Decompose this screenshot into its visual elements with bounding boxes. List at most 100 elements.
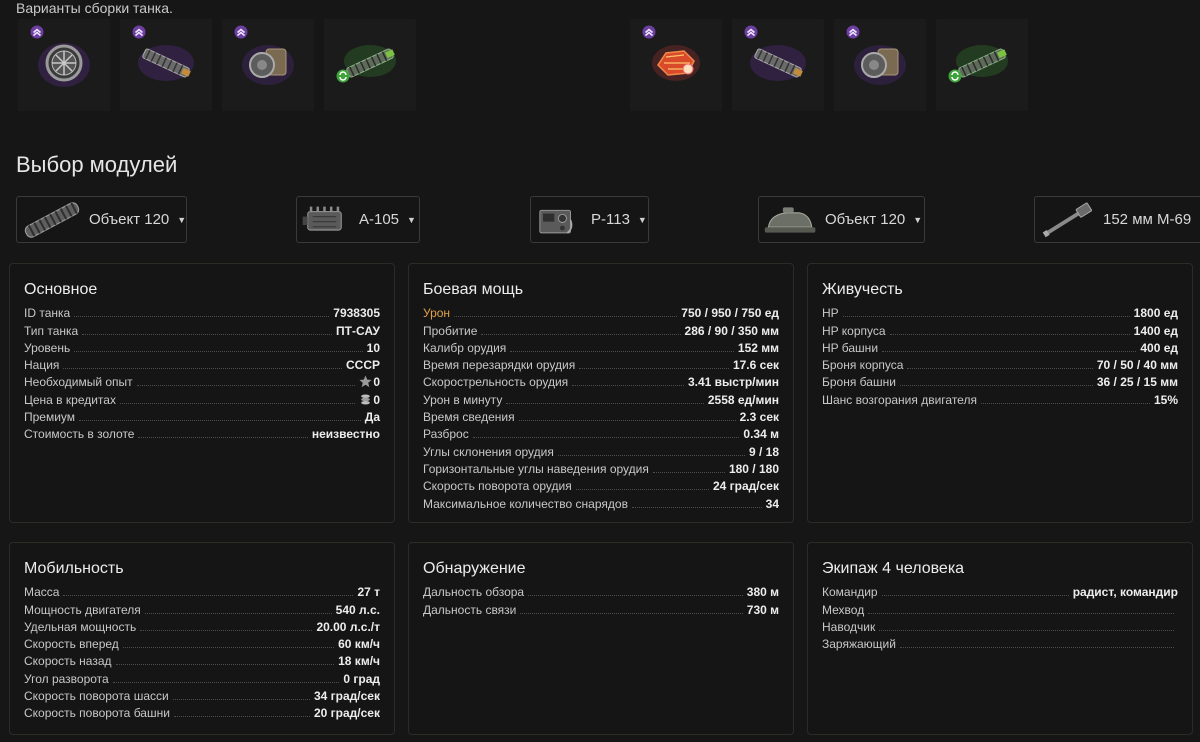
dotted-leader <box>481 333 681 335</box>
panel-title: Обнаружение <box>423 560 526 577</box>
stat-value-text: 70 / 50 / 40 мм <box>1096 358 1178 373</box>
stat-value-text: радист, командир <box>1072 585 1178 600</box>
stat-label: Пробитие <box>423 323 478 338</box>
stat-row: Наводчик <box>822 617 1178 634</box>
stat-value: 2.3 сек <box>740 410 779 424</box>
stat-label: ID танка <box>24 306 71 321</box>
stat-row: Скорость вперед 60 км/ч <box>24 634 380 651</box>
stat-value: 70 / 50 / 40 мм <box>1097 358 1178 372</box>
stat-label: HP корпуса <box>822 323 886 338</box>
dotted-leader <box>652 471 725 473</box>
dotted-leader <box>879 629 1174 631</box>
stat-label: Мощность двигателя <box>24 602 141 617</box>
stat-value-text: 286 / 90 / 350 мм <box>684 323 779 338</box>
module-label: Объект 120 <box>89 211 170 228</box>
stat-row: Скорость поворота орудия 24 град/сек <box>423 476 779 493</box>
stat-label: Нация <box>24 358 60 373</box>
stat-row: Стоимость в золоте неизвестно <box>24 424 380 441</box>
stat-value-text: 0 <box>373 392 380 407</box>
module-select-turret[interactable]: Объект 120 ▼ <box>758 196 925 243</box>
stat-label: Скорость назад <box>24 654 112 669</box>
stat-value: 0 <box>359 393 380 407</box>
stat-row: Скорострельность орудия 3.41 выстр/мин <box>423 372 779 389</box>
stat-label: Удельная мощность <box>24 619 137 634</box>
stat-row: Мощность двигателя 540 л.с. <box>24 599 380 617</box>
dotted-leader <box>112 681 340 683</box>
dotted-leader <box>122 647 335 649</box>
stat-value-text: 0 град <box>343 671 380 686</box>
build-slot-rammer[interactable] <box>120 19 212 111</box>
stat-value: 60 км/ч <box>338 637 380 651</box>
stat-label: Масса <box>24 585 60 600</box>
module-label: А-105 <box>359 211 400 228</box>
stat-row: HP 1800 ед <box>822 303 1178 320</box>
stat-value: 7938305 <box>333 306 380 320</box>
panel-detection: Обнаружение Дальность обзора 380 м Дальност… <box>408 542 794 735</box>
build-slot-ventilation[interactable] <box>18 19 110 111</box>
stat-value: 9 / 18 <box>749 445 779 459</box>
chevron-down-icon: ▼ <box>177 214 187 225</box>
build-slot-stabilizer-2[interactable] <box>834 19 926 111</box>
stat-value-text: 17.6 сек <box>732 358 779 373</box>
stat-value: 0 <box>359 375 380 389</box>
module-label: 152 мм М-69 <box>1103 211 1192 228</box>
stat-label: Калибр орудия <box>423 340 507 355</box>
stat-value: 15% <box>1154 393 1178 407</box>
tracks-icon <box>24 201 80 238</box>
module-select-gun[interactable]: 152 мм М-69 <box>1034 196 1200 243</box>
stat-row: Цена в кредитах 0 <box>24 389 380 407</box>
stat-label: Премиум <box>24 410 76 425</box>
dotted-leader <box>899 647 1174 649</box>
dotted-leader <box>144 612 332 614</box>
stat-row: Заряжающий <box>822 634 1178 651</box>
dotted-leader <box>119 402 356 404</box>
dotted-leader <box>882 350 1137 352</box>
stat-row: Скорость назад 18 км/ч <box>24 651 380 668</box>
stat-row: Калибр орудия 152 мм <box>423 338 779 355</box>
build-slot-rammer-2[interactable] <box>732 19 824 111</box>
dotted-leader <box>173 716 310 718</box>
gun-icon <box>1042 202 1093 237</box>
dotted-leader <box>74 316 330 318</box>
stat-value-text: 3.41 выстр/мин <box>687 375 779 390</box>
build-slot-hardening[interactable] <box>630 19 722 111</box>
stat-value: Да <box>365 410 380 424</box>
stat-label: Мехвод <box>822 602 865 617</box>
stat-row: Нация СССР <box>24 355 380 372</box>
chevron-down-icon: ▼ <box>407 214 416 225</box>
stat-row: Мехвод <box>822 599 1178 617</box>
stat-value-text: 730 м <box>746 602 779 617</box>
stat-value-text: СССР <box>345 358 380 373</box>
stat-value: 180 / 180 <box>729 462 779 476</box>
stat-value: 750 / 950 / 750 ед <box>681 306 779 320</box>
stat-row: Время перезарядки орудия 17.6 сек <box>423 355 779 372</box>
build-slot-stabilizer[interactable] <box>222 19 314 111</box>
stat-label: Тип танка <box>24 323 79 338</box>
panel-title: Живучесть <box>822 281 903 298</box>
stat-value-text: 400 ед <box>1140 340 1178 355</box>
build-slot-rammer-green[interactable] <box>324 19 416 111</box>
dotted-leader <box>82 333 332 335</box>
stat-value-text: 540 л.с. <box>335 602 380 617</box>
stat-label: Скорость поворота шасси <box>24 689 169 704</box>
module-select-tracks[interactable]: Объект 120 ▼ <box>16 196 187 243</box>
dotted-leader <box>579 368 729 370</box>
stat-value-text: 2.3 сек <box>739 410 779 425</box>
stat-value-text: 0 <box>373 375 380 390</box>
ventilation-icon <box>38 43 90 87</box>
stat-label: HP башни <box>822 340 879 355</box>
stat-row: Время сведения 2.3 сек <box>423 407 779 424</box>
module-select-engine[interactable]: А-105 ▼ <box>296 196 420 243</box>
stat-value: 152 мм <box>738 341 779 355</box>
build-slot-rammer-green-2[interactable] <box>936 19 1028 111</box>
stat-label: Шанс возгорания двигателя <box>822 392 977 407</box>
stat-value-text: 34 град/сек <box>314 689 380 704</box>
stat-value-text: неизвестно <box>311 427 380 442</box>
stat-row: Необходимый опыт 0 <box>24 372 380 389</box>
stat-label: Скорость поворота орудия <box>423 479 572 494</box>
panel-survivability: Живучесть HP 1800 ед HP корпуса 1400 ед HP ба… <box>807 263 1193 523</box>
module-select-radio[interactable]: Р-113 ▼ <box>530 196 649 243</box>
dotted-leader <box>63 368 342 370</box>
stat-value-text: 7938305 <box>333 306 380 321</box>
stat-row: Премиум Да <box>24 407 380 424</box>
